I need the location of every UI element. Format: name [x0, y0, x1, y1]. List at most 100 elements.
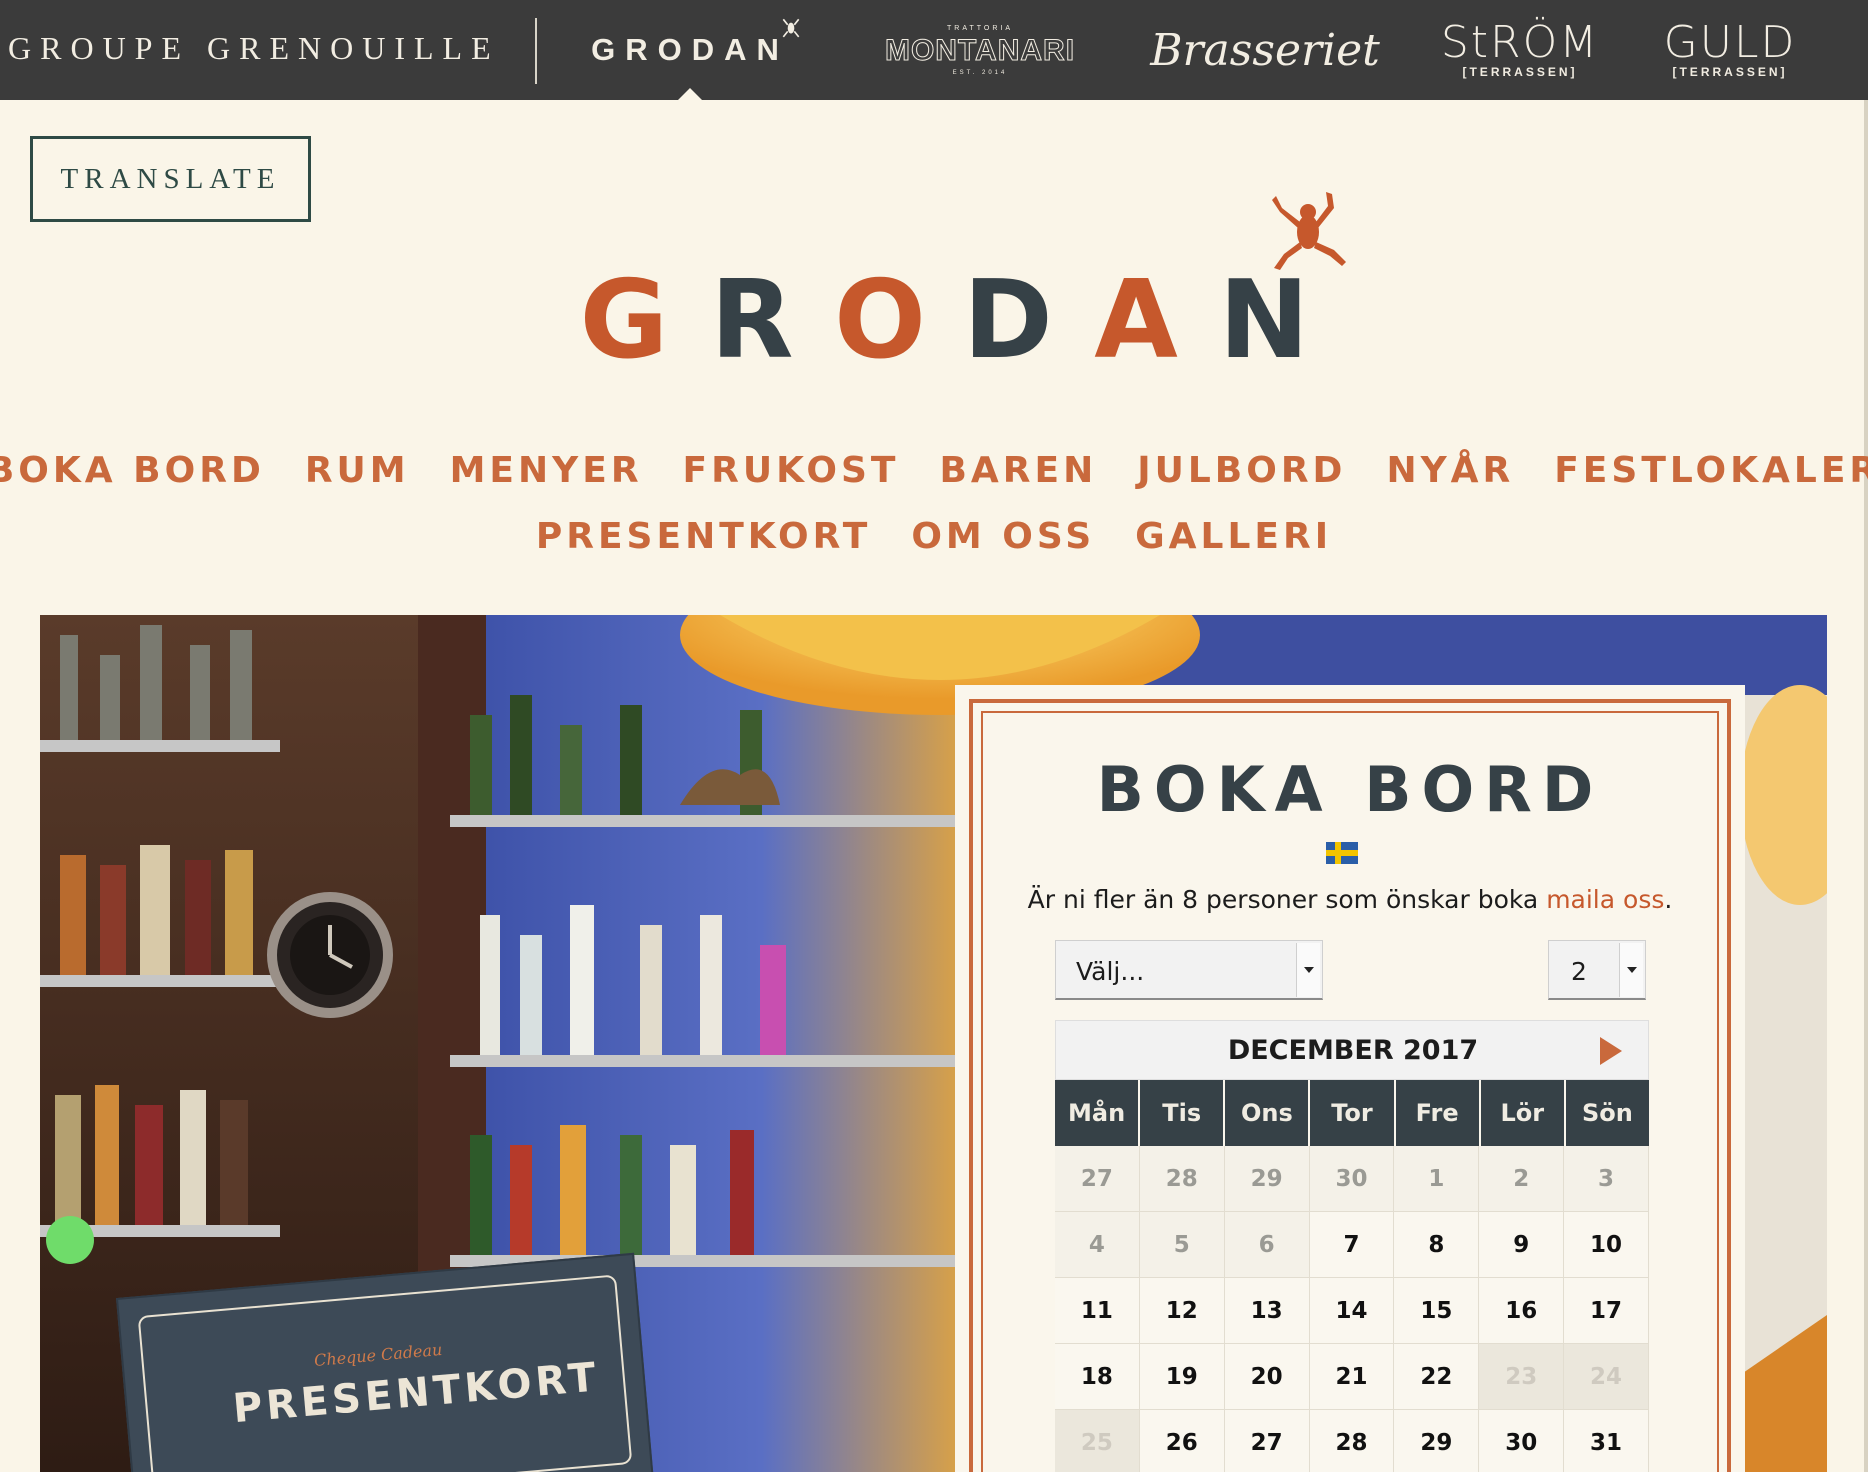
brand-link-grodan[interactable]: GRODAN [570, 0, 810, 100]
brand-label-strom: StRÖM [1440, 17, 1600, 68]
grodan-logo[interactable]: G R O D A N [560, 258, 1328, 383]
chevron-down-icon [1619, 943, 1643, 997]
calendar-day[interactable]: 31 [1564, 1410, 1649, 1472]
nav-item-festlokaler[interactable]: FESTLOKALER [1554, 450, 1868, 516]
calendar-day: 27 [1055, 1146, 1140, 1212]
weekday-label: Tor [1310, 1080, 1396, 1146]
nav-item-frukost[interactable]: FRUKOST [683, 450, 900, 516]
brand-sub-guld: [TERRASSEN] [1672, 65, 1788, 79]
calendar-day[interactable]: 13 [1224, 1278, 1310, 1344]
brand-sub-strom: [TERRASSEN] [1462, 65, 1578, 79]
brand-label-grodan: GRODAN [591, 32, 789, 67]
booking-info: Är ni fler än 8 personer som önskar boka… [955, 885, 1745, 914]
calendar-day: 4 [1055, 1212, 1140, 1278]
booking-info-text: Är ni fler än 8 personer som önskar boka [1027, 885, 1547, 914]
brand-label-montanari: MONTANARI [884, 33, 1076, 67]
calendar-day[interactable]: 16 [1479, 1278, 1565, 1344]
nav-item-boka-bord[interactable]: BOKA BORD [0, 450, 265, 516]
calendar-day: 29 [1224, 1146, 1310, 1212]
calendar-day[interactable]: 28 [1309, 1410, 1395, 1472]
booking-title: BOKA BORD [1096, 753, 1604, 826]
brand-tag-montanari: TRATTORIA [946, 24, 1014, 32]
logo-letter: G [579, 258, 669, 383]
weekday-label: Lör [1481, 1080, 1566, 1146]
calendar-day[interactable]: 15 [1394, 1278, 1480, 1344]
logo-letter: D [963, 258, 1053, 383]
restaurant-select[interactable]: Välj... [1055, 940, 1323, 1000]
weekday-label: Sön [1581, 1099, 1633, 1127]
group-name[interactable]: GROUPE GRENOUILLE [8, 30, 500, 67]
nav-row-2: PRESENTKORT OM OSS GALLERI [0, 516, 1868, 582]
topbar-divider [535, 18, 537, 84]
frog-icon [782, 18, 800, 38]
calendar-day[interactable]: 8 [1394, 1212, 1480, 1278]
calendar-day[interactable]: 10 [1564, 1212, 1649, 1278]
restaurant-select-value: Välj... [1076, 957, 1145, 986]
calendar-day[interactable]: 11 [1055, 1278, 1140, 1344]
calendar-day[interactable]: 14 [1309, 1278, 1395, 1344]
nav-item-nyar[interactable]: NYÅR [1386, 450, 1514, 516]
next-month-arrow-icon[interactable] [1600, 1037, 1622, 1065]
logo-letter: O [834, 258, 926, 383]
calendar-day: 5 [1139, 1212, 1225, 1278]
nav-item-baren[interactable]: BAREN [939, 450, 1097, 516]
brand-link-guld[interactable]: GULD [TERRASSEN] [1640, 0, 1820, 100]
calendar-day[interactable]: 17 [1564, 1278, 1649, 1344]
calendar-grid: 27 28 29 30 1 2 3 4 5 6 7 8 9 10 11 12 13 14 15 16 17 18 19 20 2… [1055, 1146, 1649, 1472]
weekday-label: Ons [1225, 1080, 1311, 1146]
calendar-day[interactable]: 22 [1394, 1344, 1480, 1410]
brand-link-strom[interactable]: StRÖM [TERRASSEN] [1420, 0, 1620, 100]
calendar-day[interactable]: 19 [1139, 1344, 1225, 1410]
calendar-day[interactable]: 7 [1309, 1212, 1395, 1278]
calendar-day: 28 [1139, 1146, 1225, 1212]
main-navigation: BOKA BORD RUM MENYER FRUKOST BAREN JULBO… [0, 450, 1868, 582]
party-size-select[interactable]: 2 [1548, 940, 1646, 1000]
booking-panel: BOKA BORD Är ni fler än 8 personer som ö… [955, 685, 1745, 1472]
email-us-link[interactable]: maila oss [1546, 885, 1664, 914]
calendar-day: 3 [1564, 1146, 1649, 1212]
booking-info-end: . [1664, 885, 1673, 914]
scrollbar-edge [1864, 100, 1868, 1472]
calendar-day[interactable]: 9 [1479, 1212, 1565, 1278]
nav-item-om-oss[interactable]: OM OSS [911, 516, 1095, 582]
calendar-month: DECEMBER 2017 [1227, 1035, 1479, 1066]
brand-link-montanari[interactable]: TRATTORIA MONTANARI EST. 2014 [870, 0, 1090, 100]
calendar-day[interactable]: 12 [1139, 1278, 1225, 1344]
weekday-label: Mån [1055, 1080, 1141, 1146]
calendar-day: 30 [1309, 1146, 1395, 1212]
logo-letter: A [1094, 258, 1178, 383]
group-topbar: GROUPE GRENOUILLE GRODAN TRATTORIA MONTA… [0, 0, 1868, 101]
nav-item-galleri[interactable]: GALLERI [1135, 516, 1332, 582]
active-brand-caret [677, 88, 703, 101]
brand-est-montanari: EST. 2014 [952, 69, 1008, 76]
frog-logo-icon [1272, 192, 1346, 270]
calendar-day[interactable]: 20 [1224, 1344, 1310, 1410]
nav-item-presentkort[interactable]: PRESENTKORT [536, 516, 871, 582]
calendar-day[interactable]: 18 [1055, 1344, 1140, 1410]
booking-calendar: DECEMBER 2017 Mån Tis Ons Tor Fre Lör Sö… [1055, 1020, 1649, 1472]
calendar-day: 23 [1479, 1344, 1565, 1410]
swedish-flag-icon[interactable] [1326, 842, 1358, 864]
nav-item-rum[interactable]: RUM [305, 450, 410, 516]
calendar-day: 25 [1055, 1410, 1140, 1472]
chevron-down-icon [1296, 943, 1320, 997]
brand-label-guld: GULD [1663, 17, 1797, 68]
calendar-header: DECEMBER 2017 [1055, 1020, 1649, 1080]
calendar-day[interactable]: 30 [1479, 1410, 1565, 1472]
weekday-label: Tis [1140, 1080, 1226, 1146]
calendar-day[interactable]: 27 [1224, 1410, 1310, 1472]
party-size-value: 2 [1571, 957, 1587, 986]
calendar-day: 2 [1479, 1146, 1565, 1212]
calendar-day: 1 [1394, 1146, 1480, 1212]
brand-link-brasseriet[interactable]: Brasseriet [1150, 0, 1380, 100]
nav-item-julbord[interactable]: JULBORD [1137, 450, 1346, 516]
weekday-label: Fre [1396, 1080, 1481, 1146]
calendar-day[interactable]: 21 [1309, 1344, 1395, 1410]
calendar-day: 6 [1224, 1212, 1310, 1278]
calendar-weekdays: Mån Tis Ons Tor Fre Lör Sön [1055, 1080, 1649, 1146]
nav-item-menyer[interactable]: MENYER [450, 450, 643, 516]
calendar-day[interactable]: 29 [1394, 1410, 1480, 1472]
calendar-day[interactable]: 26 [1139, 1410, 1225, 1472]
translate-button[interactable]: TRANSLATE [30, 136, 311, 222]
logo-letter: R [710, 258, 794, 383]
